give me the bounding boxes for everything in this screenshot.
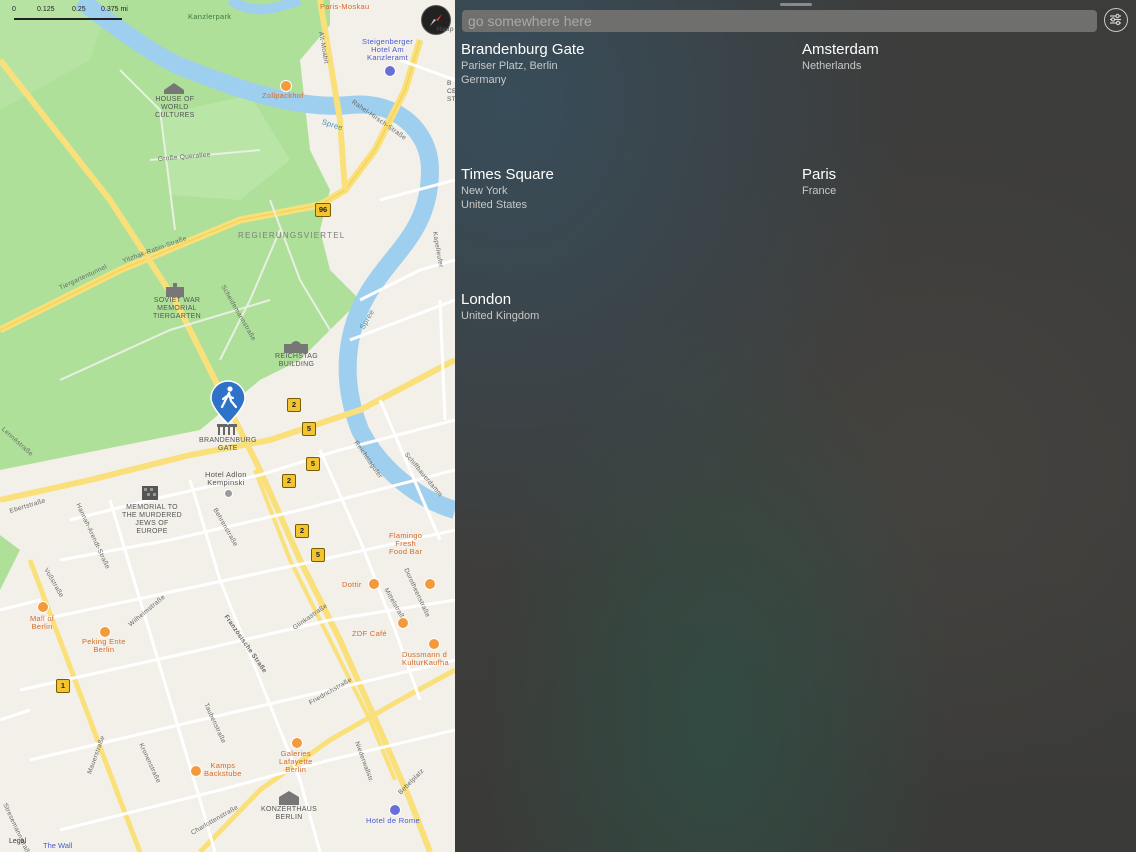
restaurant-icon[interactable] bbox=[424, 578, 436, 590]
place-subtitle: Pariser Platz, Berlin bbox=[461, 60, 558, 72]
landmark-icon bbox=[142, 486, 158, 500]
place-item-london[interactable]: London United Kingdom bbox=[461, 291, 781, 323]
search-panel: go somewhere here Brandenburg Gate Paris… bbox=[455, 0, 1136, 852]
scale-tick-3: 0.375 mi bbox=[101, 6, 128, 13]
poi-paris-moskau: Paris-Moskau bbox=[320, 2, 370, 11]
poi-flamingo: Flamingo Fresh Food Bar bbox=[389, 531, 423, 556]
route-shield: 96 bbox=[315, 203, 331, 217]
restaurant-icon[interactable] bbox=[280, 80, 292, 92]
poi-dussmann: Dussmann d KulturKaufha bbox=[402, 650, 449, 667]
route-shield: 2 bbox=[287, 398, 301, 412]
restaurant-icon[interactable] bbox=[99, 626, 111, 638]
poi-hotel-de-rome: Hotel de Rome bbox=[366, 816, 420, 825]
poi-mall-of-berlin: Mall of Berlin bbox=[30, 614, 55, 631]
poi-steigenberger: Steigenberger Hotel Am Kanzleramt bbox=[362, 37, 414, 62]
place-subtitle: France bbox=[802, 185, 837, 197]
label-reichstag: REICHSTAG BUILDING bbox=[275, 353, 319, 368]
map-view[interactable]: 0 0.125 0.25 0.375 mi Kanzlerpark Paris-… bbox=[0, 0, 455, 852]
poi-galeries: Galeries Lafayette Berlin bbox=[279, 749, 313, 774]
place-name: Amsterdam bbox=[802, 41, 879, 58]
label-hotel-adlon: Hotel Adlon Kempinski bbox=[205, 470, 247, 487]
legal-link[interactable]: Legal bbox=[9, 838, 26, 845]
hotel-icon[interactable] bbox=[224, 489, 233, 498]
restaurant-icon[interactable] bbox=[190, 765, 202, 777]
poi-zdf-cafe: ZDF Café bbox=[352, 629, 387, 638]
place-subtitle: New York bbox=[461, 185, 508, 197]
walking-person-icon[interactable] bbox=[209, 380, 247, 426]
place-subtitle: Germany bbox=[461, 74, 507, 86]
place-item-paris[interactable]: Paris France bbox=[802, 166, 1122, 198]
route-shield: 2 bbox=[295, 524, 309, 538]
landmark-icon bbox=[284, 341, 308, 353]
label-district: REGIERUNGSVIERTEL bbox=[238, 231, 346, 240]
hotel-icon[interactable] bbox=[384, 65, 396, 77]
place-name: Brandenburg Gate bbox=[461, 41, 585, 58]
panel-grabber[interactable] bbox=[780, 3, 812, 6]
landmark-icon bbox=[166, 283, 184, 297]
route-shield: 1 bbox=[56, 679, 70, 693]
scale-tick-0: 0 bbox=[12, 6, 16, 13]
place-name: London bbox=[461, 291, 512, 308]
label-memorial-jews: MEMORIAL TO THE MURDERED JEWS OF EUROPE bbox=[122, 504, 182, 535]
place-item-brandenburg-gate[interactable]: Brandenburg Gate Pariser Platz, Berlin G… bbox=[461, 41, 781, 87]
search-input[interactable]: go somewhere here bbox=[462, 10, 1097, 32]
restaurant-icon[interactable] bbox=[397, 617, 409, 629]
place-subtitle: Netherlands bbox=[802, 60, 862, 72]
landmark-icon bbox=[279, 791, 299, 805]
poi-dottir: Dottir bbox=[342, 580, 362, 589]
label-brandenburg-gate: BRANDENBURG GATE bbox=[199, 437, 257, 452]
settings-button[interactable] bbox=[1104, 8, 1128, 32]
poi-peking-ente: Peking Ente Berlin bbox=[82, 637, 126, 654]
place-name: Times Square bbox=[461, 166, 554, 183]
route-shield: 5 bbox=[306, 457, 320, 471]
route-shield: 5 bbox=[311, 548, 325, 562]
place-item-amsterdam[interactable]: Amsterdam Netherlands bbox=[802, 41, 1122, 73]
restaurant-icon[interactable] bbox=[368, 578, 380, 590]
shopping-icon[interactable] bbox=[37, 601, 49, 613]
label-house-of-world-cultures: HOUSE OF WORLD CULTURES bbox=[155, 96, 195, 119]
shopping-icon[interactable] bbox=[291, 737, 303, 749]
scale-tick-2: 0.25 bbox=[72, 6, 86, 13]
route-shield: 5 bbox=[302, 422, 316, 436]
label-hbf-cut: Haup bbox=[437, 26, 454, 33]
place-item-times-square[interactable]: Times Square New York United States bbox=[461, 166, 781, 212]
label-kanzlerpark: Kanzlerpark bbox=[188, 12, 232, 21]
hotel-icon[interactable] bbox=[389, 804, 401, 816]
poi-the-wall[interactable]: The Wall bbox=[43, 841, 72, 850]
route-shield: 2 bbox=[282, 474, 296, 488]
settings-sliders-icon bbox=[1110, 13, 1121, 26]
shopping-icon[interactable] bbox=[428, 638, 440, 650]
label-konzerthaus: KONZERTHAUS BERLIN bbox=[261, 806, 318, 821]
place-name: Paris bbox=[802, 166, 837, 183]
label-berlin-cut: B CE STI bbox=[447, 80, 455, 103]
place-subtitle: United States bbox=[461, 199, 528, 211]
place-subtitle: United Kingdom bbox=[461, 310, 540, 322]
landmark-icon bbox=[164, 83, 184, 94]
label-soviet-war-memorial: SOVIET WAR MEMORIAL TIERGARTEN bbox=[153, 297, 201, 320]
poi-kamps: Kamps Backstube bbox=[204, 761, 242, 778]
poi-zollpackhof: Zollpackhof bbox=[262, 91, 304, 100]
scale-bar bbox=[14, 18, 122, 20]
scale-tick-1: 0.125 bbox=[37, 6, 55, 13]
